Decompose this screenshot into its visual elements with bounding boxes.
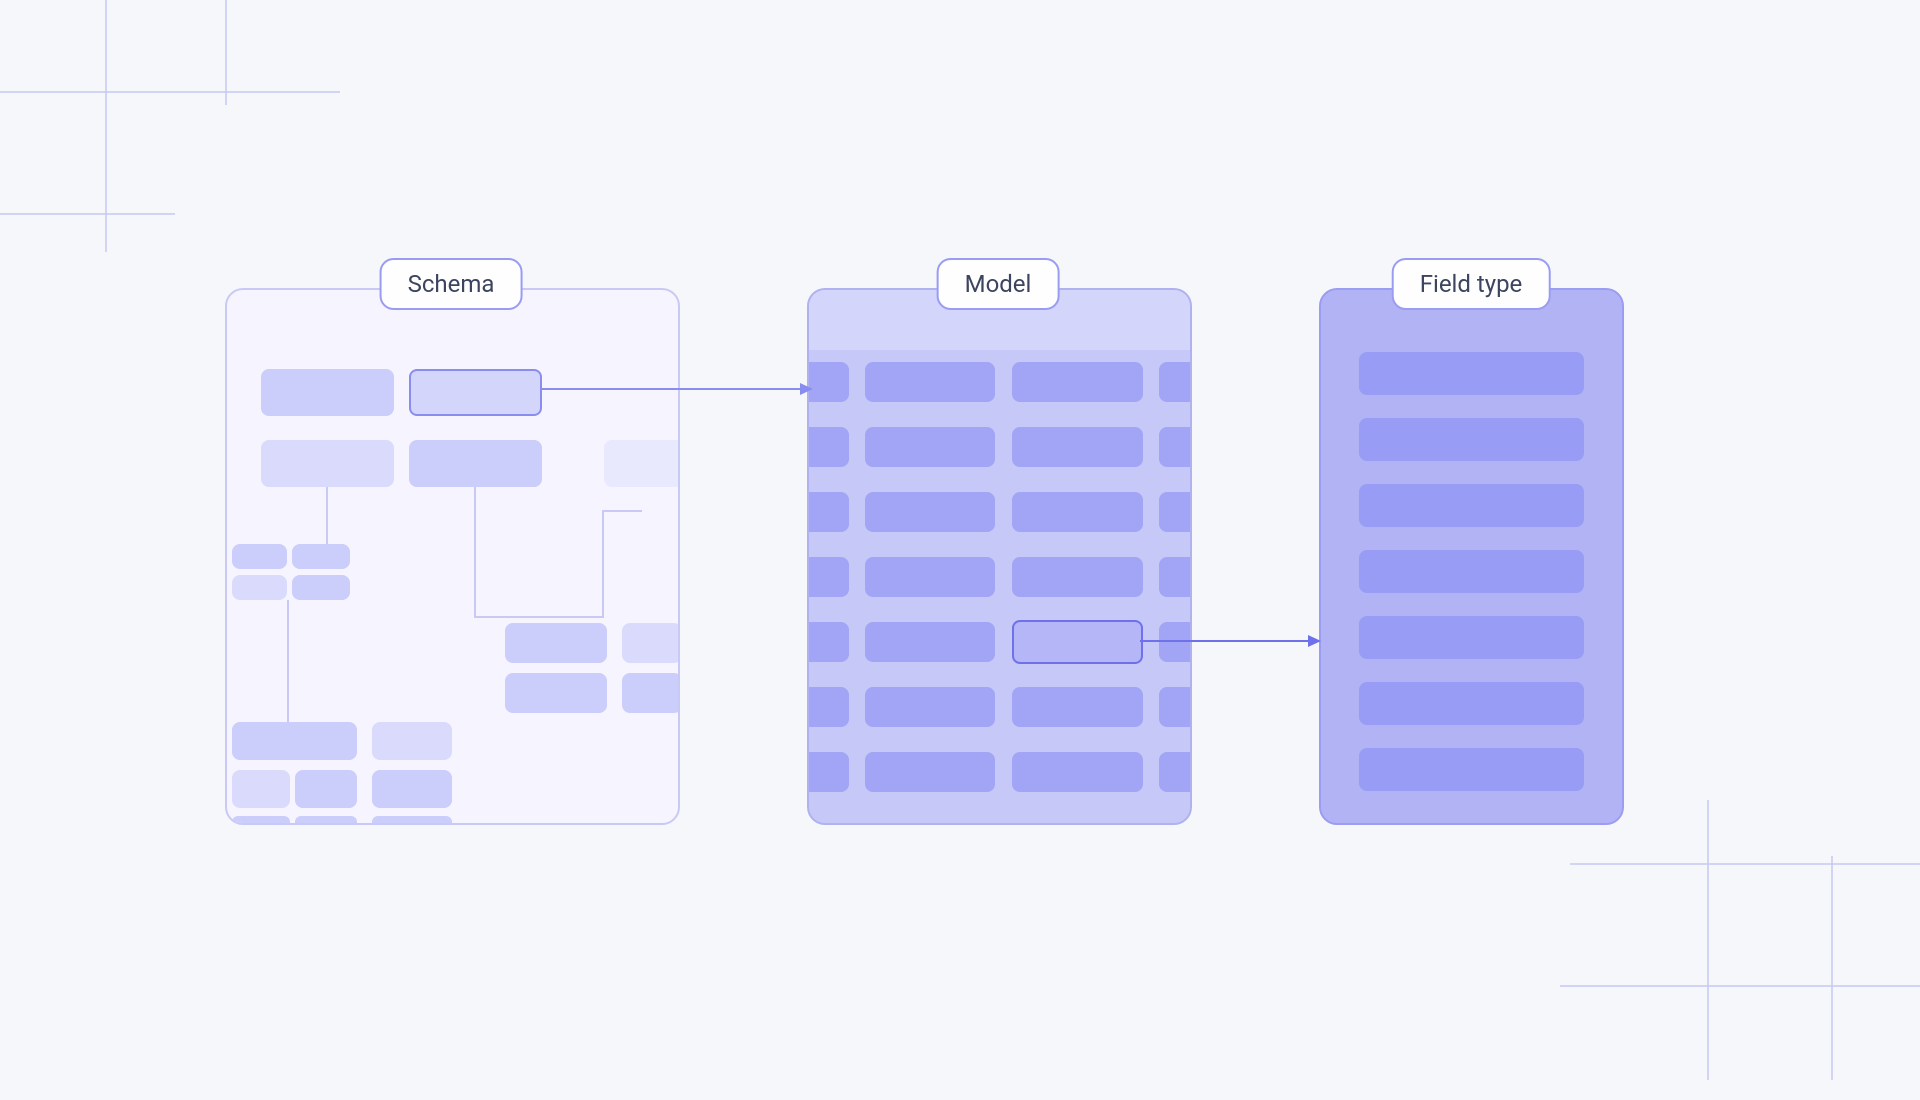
model-cell [807,622,849,662]
schema-block [292,575,350,600]
schema-block [232,816,290,825]
schema-connector [474,616,604,618]
schema-block [232,770,290,808]
model-cell [1159,752,1192,792]
schema-block [409,440,542,487]
field-type-label: Field type [1392,258,1551,310]
model-cell [807,752,849,792]
model-cell [807,492,849,532]
schema-block [622,623,680,663]
schema-connector [474,487,476,617]
model-cell [1159,492,1192,532]
model-cell [865,622,995,662]
model-cell [865,557,995,597]
schema-block [372,816,452,825]
schema-block-highlighted [409,369,542,416]
model-cell [1159,622,1192,662]
field-type-row [1359,484,1584,527]
field-type-row [1359,748,1584,791]
field-type-row [1359,550,1584,593]
schema-block [295,770,357,808]
schema-panel [225,288,680,825]
schema-block [261,440,394,487]
model-cell [1012,427,1143,467]
model-cell [807,427,849,467]
schema-connector [602,510,642,512]
model-cell [1159,427,1192,467]
model-cell [807,687,849,727]
schema-connector [602,510,604,618]
model-cell [865,687,995,727]
model-cell [807,557,849,597]
model-cell [865,752,995,792]
schema-block [232,722,357,760]
schema-block [372,722,452,760]
schema-block [232,575,287,600]
grid-decoration-top-left [0,0,360,260]
model-label: Model [937,258,1060,310]
model-cell [1012,687,1143,727]
schema-block [232,544,287,569]
field-type-row [1359,682,1584,725]
schema-label: Schema [380,258,523,310]
schema-block [604,440,680,487]
model-cell [1012,752,1143,792]
schema-block [372,770,452,808]
schema-block [505,623,607,663]
model-cell [1012,362,1143,402]
model-cell [1159,557,1192,597]
field-type-row [1359,352,1584,395]
model-cell-highlighted [1012,620,1143,664]
schema-block [295,816,357,825]
model-cell [807,362,849,402]
model-cell [1159,362,1192,402]
model-cell [1012,557,1143,597]
schema-block [505,673,607,713]
schema-block [622,673,680,713]
schema-block [292,544,350,569]
schema-block [261,369,394,416]
model-cell [1159,687,1192,727]
model-cell [1012,492,1143,532]
model-panel [807,288,1192,825]
field-type-row [1359,418,1584,461]
field-type-panel [1319,288,1624,825]
model-cell [865,362,995,402]
grid-decoration-bottom-right [1560,800,1920,1100]
field-type-row [1359,616,1584,659]
model-cell [865,427,995,467]
model-cell [865,492,995,532]
